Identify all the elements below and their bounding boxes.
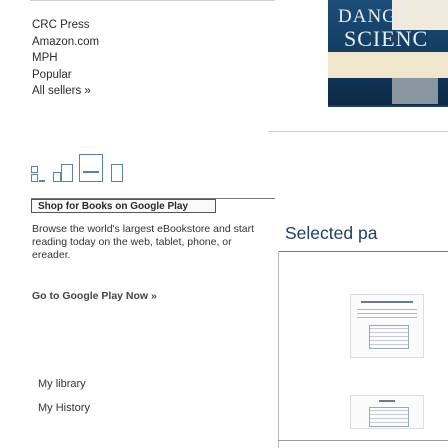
thumbnail-table: [369, 407, 409, 427]
top-divider: [30, 0, 275, 1]
ebookstore-promo-text: Browse the world's largest eBookstore an…: [32, 223, 255, 261]
book-cover-image[interactable]: DANGL SCIENC: [328, 0, 448, 105]
buy-link-popular[interactable]: Popular: [32, 67, 272, 84]
thumbnail-text-line: [357, 313, 417, 314]
go-to-google-play-link[interactable]: Go to Google Play Now »: [32, 290, 157, 303]
selected-page-thumbnail[interactable]: [350, 395, 424, 429]
thumbnail-title-bar: [361, 301, 413, 303]
shop-google-play-link[interactable]: Shop for Books on Google Play: [31, 199, 216, 213]
thumbnail-text-line: [357, 309, 417, 310]
user-nav: My library My History: [38, 378, 90, 426]
single-page-view-icon[interactable]: [53, 160, 75, 182]
my-library-link[interactable]: My library: [38, 378, 90, 391]
cover-divider: [268, 131, 448, 132]
thumbnail-table: [369, 325, 409, 349]
my-history-link[interactable]: My History: [38, 402, 90, 415]
thumbnail-view-icon[interactable]: [31, 164, 47, 182]
buy-link-crc-press[interactable]: CRC Press: [32, 17, 272, 34]
buy-link-mph[interactable]: MPH: [32, 50, 272, 67]
cover-text-band: [328, 52, 448, 78]
column-separator: [278, 251, 279, 448]
cover-base-edge: [328, 105, 448, 107]
thumbnail-text-line: [357, 317, 417, 318]
cover-title-line-1: DANGL: [338, 6, 410, 27]
full-page-view-icon[interactable]: [111, 160, 125, 182]
buy-link-all-sellers[interactable]: All sellers »: [32, 83, 272, 100]
selected-pages-heading: Selected pa: [285, 223, 378, 243]
cover-illustration: [392, 78, 438, 104]
cover-title-line-2: SCIENC: [344, 26, 429, 51]
buy-link-amazon[interactable]: Amazon.com: [32, 34, 272, 51]
sidebar: CRC Press Amazon.com MPH Popular All sel…: [0, 0, 275, 448]
shop-label: Shop for Books on Google Play: [38, 201, 189, 212]
bottom-rule: [278, 440, 448, 441]
two-page-view-icon[interactable]: [79, 152, 105, 182]
thumbnail-title-bar: [379, 400, 395, 402]
buy-links-list: CRC Press Amazon.com MPH Popular All sel…: [32, 17, 272, 100]
selected-pages-rule: [278, 251, 448, 252]
selected-page-thumbnail[interactable]: [350, 294, 424, 358]
